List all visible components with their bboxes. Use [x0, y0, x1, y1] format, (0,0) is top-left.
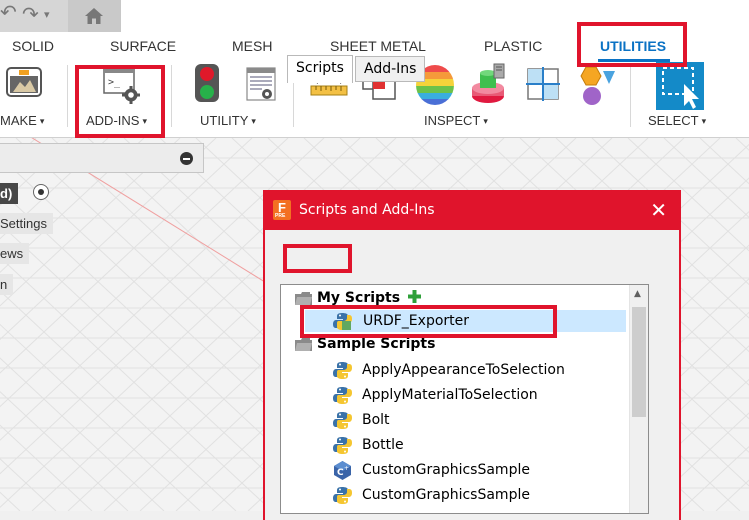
tree-item-sample-script[interactable]: Bottle	[333, 434, 623, 456]
utility-group-label[interactable]: UTILITY ▾	[200, 113, 256, 128]
quick-access-bar: ↶ ↷ ▾	[0, 0, 749, 32]
ribbon-toolbar: SOLID SURFACE MESH SHEET METAL PLASTIC U…	[0, 32, 749, 138]
tree-folder-my-scripts[interactable]: My Scripts	[295, 288, 615, 310]
add-script-icon[interactable]	[408, 290, 421, 303]
browser-item-settings[interactable]: Settings	[0, 213, 53, 234]
grid-line	[0, 390, 129, 511]
parameters-table-icon[interactable]	[246, 67, 278, 103]
tree-item-sample-script[interactable]: ApplyAppearanceToSelection	[333, 359, 623, 381]
tree-folder-sample-scripts[interactable]: Sample Scripts	[295, 334, 615, 356]
tab-utilities[interactable]: UTILITIES	[600, 38, 666, 54]
script-name: Bolt	[362, 412, 390, 428]
radio-dot	[38, 189, 44, 195]
python-icon	[333, 387, 352, 404]
tree-scrollbar[interactable]: ▲	[629, 285, 648, 513]
cpp-icon: C +	[334, 461, 351, 480]
inspect-dropdown-icon: ▾	[483, 116, 488, 126]
component-color-cycling-icon[interactable]	[577, 64, 617, 106]
tree-item-urdf-exporter[interactable]: URDF_Exporter	[305, 310, 626, 332]
dialog-title: Scripts and Add-Ins	[299, 202, 435, 218]
tab-solid[interactable]: SOLID	[12, 38, 54, 54]
script-name: URDF_Exporter	[363, 313, 470, 329]
script-name: ApplyMaterialToSelection	[362, 387, 538, 403]
make-group-label[interactable]: MAKE ▾	[0, 113, 44, 128]
redo-dropdown-icon[interactable]: ▾	[44, 8, 50, 21]
collapse-icon[interactable]	[180, 152, 193, 165]
browser-panel-header[interactable]	[0, 143, 204, 173]
tree-item-sample-script[interactable]: ApplyMaterialToSelection	[333, 384, 623, 406]
tab-add-ins[interactable]: Add-Ins	[355, 56, 426, 82]
script-badge-icon	[342, 321, 351, 330]
tree-item-sample-script[interactable]: C + CustomGraphicsSample	[333, 459, 623, 481]
ribbon-separator	[630, 65, 631, 127]
utility-dropdown-icon: ▾	[251, 116, 256, 126]
select-tool-icon[interactable]	[656, 62, 704, 110]
python-icon	[333, 487, 352, 504]
make-dropdown-icon: ▾	[39, 116, 45, 126]
grid-line	[0, 323, 201, 511]
section-analysis-icon[interactable]	[526, 67, 562, 103]
tab-plastic[interactable]: PLASTIC	[484, 38, 542, 54]
grid-line	[679, 445, 749, 511]
add-ins-dropdown-icon: ▾	[142, 116, 147, 126]
draft-analysis-icon[interactable]	[470, 63, 510, 107]
ribbon-separator	[171, 65, 172, 127]
select-group-label[interactable]: SELECT ▾	[648, 113, 706, 128]
fusion-logo-icon: F PRE	[273, 200, 291, 220]
my-scripts-label: My Scripts	[317, 290, 401, 306]
browser-item-document[interactable]: d)	[0, 183, 19, 204]
sample-scripts-label: Sample Scripts	[317, 336, 436, 352]
grid-line	[735, 138, 749, 151]
undo-redo-group: ↶ ↷ ▾	[0, 0, 121, 32]
browser-item-origin[interactable]: n	[0, 274, 14, 295]
scripts-tree[interactable]: My Scripts URDF_Exporter Sample Scripts …	[280, 284, 649, 514]
traffic-light-icon[interactable]	[193, 62, 221, 104]
ribbon-separator	[67, 65, 68, 127]
script-name: ApplyAppearanceToSelection	[362, 362, 565, 378]
tree-item-sample-script[interactable]: Bolt	[333, 409, 623, 431]
tab-surface[interactable]: SURFACE	[110, 38, 176, 54]
grid-line	[0, 138, 181, 307]
redo-icon[interactable]: ↷	[22, 2, 39, 26]
browser-item-views[interactable]: ews	[0, 243, 30, 264]
python-icon	[333, 362, 352, 379]
select-dropdown-icon: ▾	[701, 116, 707, 126]
tab-scripts[interactable]: Scripts	[287, 55, 353, 83]
python-icon	[333, 437, 352, 454]
scroll-up-icon[interactable]: ▲	[634, 289, 641, 299]
svg-text:C: C	[337, 468, 344, 478]
tab-mesh[interactable]: MESH	[232, 38, 272, 54]
scripts-addins-icon[interactable]: >_	[103, 66, 143, 106]
script-name: CustomGraphicsSample	[362, 487, 530, 503]
tab-sheet-metal[interactable]: SHEET METAL	[330, 38, 426, 54]
script-name: CustomGraphicsSample	[362, 462, 530, 478]
script-name: Bottle	[362, 437, 404, 453]
radio-icon[interactable]	[33, 184, 49, 200]
home-button[interactable]	[68, 0, 120, 32]
svg-text:+: +	[344, 465, 349, 472]
add-ins-group-label[interactable]: ADD-INS ▾	[86, 113, 147, 128]
python-icon	[333, 412, 352, 429]
svg-text:>_: >_	[108, 77, 121, 88]
tree-item-sample-script[interactable]: CustomGraphicsSample	[333, 484, 623, 506]
folder-icon	[295, 292, 312, 305]
inspect-group-label[interactable]: INSPECT ▾	[424, 113, 488, 128]
3d-print-icon[interactable]	[5, 62, 45, 104]
home-icon	[85, 8, 103, 24]
undo-icon[interactable]: ↶	[0, 0, 17, 24]
close-icon[interactable]: ✕	[650, 198, 667, 222]
scroll-thumb[interactable]	[632, 307, 646, 417]
folder-icon	[295, 338, 312, 351]
